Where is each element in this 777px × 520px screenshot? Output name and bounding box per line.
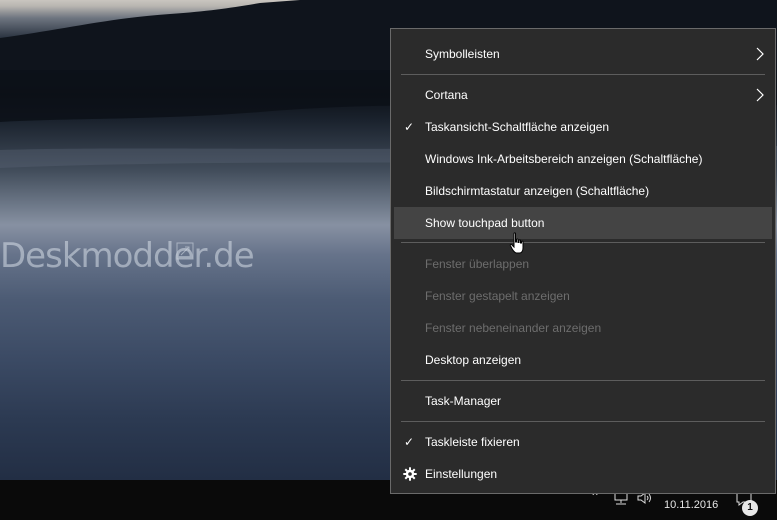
menu-separator — [401, 421, 765, 422]
menu-item-show-desktop[interactable]: Desktop anzeigen — [394, 344, 772, 376]
chevron-right-icon — [756, 47, 764, 61]
hand-pointer-icon — [509, 232, 524, 254]
menu-item-label: Task-Manager — [425, 394, 502, 408]
menu-item-label: Fenster gestapelt anzeigen — [425, 289, 570, 303]
checkmark-icon: ✓ — [404, 120, 415, 134]
menu-item-symbolleisten[interactable]: Symbolleisten — [394, 38, 772, 70]
resize-icon — [176, 242, 194, 260]
menu-item-label: Fenster nebeneinander anzeigen — [425, 321, 602, 335]
notification-count-badge: 1 — [742, 500, 758, 516]
menu-item-label: Cortana — [425, 88, 468, 102]
menu-separator — [401, 74, 765, 75]
watermark-text: Deskmodder.de — [0, 236, 255, 276]
menu-separator — [401, 380, 765, 381]
taskbar-context-menu: Symbolleisten Cortana ✓ Taskansicht-Scha… — [390, 28, 776, 494]
menu-item-lock-taskbar[interactable]: ✓ Taskleiste fixieren — [394, 426, 772, 458]
checkmark-icon: ✓ — [404, 435, 415, 449]
menu-item-side-by-side[interactable]: Fenster nebeneinander anzeigen — [394, 312, 772, 344]
menu-separator — [401, 242, 765, 243]
menu-item-touch-keyboard[interactable]: Bildschirmtastatur anzeigen (Schaltfläch… — [394, 175, 772, 207]
menu-item-label: Einstellungen — [425, 467, 498, 481]
tray-date[interactable]: 10.11.2016 — [664, 499, 718, 511]
menu-item-label: Bildschirmtastatur anzeigen (Schaltfläch… — [425, 184, 650, 198]
gear-icon — [403, 467, 417, 481]
menu-item-cascade[interactable]: Fenster überlappen — [394, 248, 772, 280]
menu-item-settings[interactable]: Einstellungen — [394, 458, 772, 490]
menu-item-touchpad[interactable]: Show touchpad button — [394, 207, 772, 239]
menu-item-stacked[interactable]: Fenster gestapelt anzeigen — [394, 280, 772, 312]
chevron-right-icon — [756, 88, 764, 102]
menu-item-taskview[interactable]: ✓ Taskansicht-Schaltfläche anzeigen — [394, 111, 772, 143]
menu-item-ink-workspace[interactable]: Windows Ink-Arbeitsbereich anzeigen (Sch… — [394, 143, 772, 175]
menu-item-label: Windows Ink-Arbeitsbereich anzeigen (Sch… — [425, 152, 703, 166]
menu-item-label: Symbolleisten — [425, 47, 500, 61]
menu-item-cortana[interactable]: Cortana — [394, 79, 772, 111]
menu-item-label: Taskansicht-Schaltfläche anzeigen — [425, 120, 610, 134]
menu-item-label: Taskleiste fixieren — [425, 435, 520, 449]
menu-item-label: Desktop anzeigen — [425, 353, 522, 367]
menu-item-task-manager[interactable]: Task-Manager — [394, 385, 772, 417]
